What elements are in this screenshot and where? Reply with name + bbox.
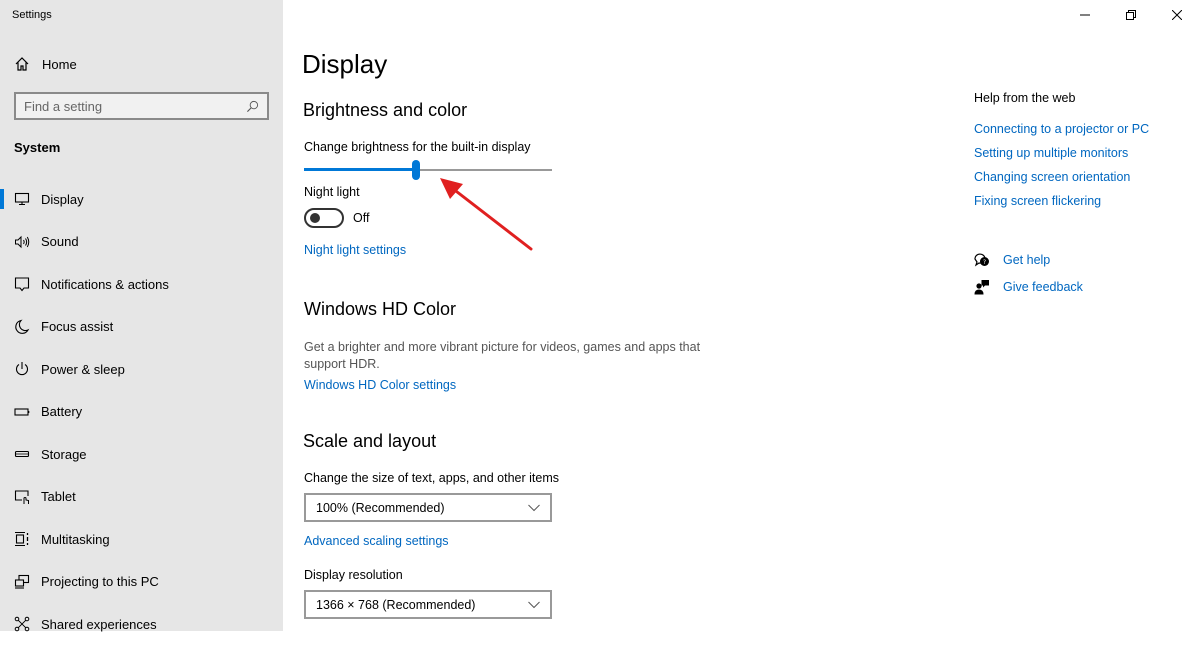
sidebar-item-multitasking[interactable]: Multitasking: [0, 518, 283, 561]
sidebar-item-tablet[interactable]: Tablet: [0, 476, 283, 519]
close-icon: [1172, 10, 1182, 20]
brightness-slider-label: Change brightness for the built-in displ…: [304, 140, 531, 154]
brightness-slider[interactable]: [304, 160, 552, 180]
section-label-system: System: [14, 140, 61, 155]
sidebar-item-label: Storage: [41, 446, 87, 462]
multitasking-icon: [14, 531, 30, 547]
resolution-dropdown[interactable]: 1366 × 768 (Recommended): [304, 590, 552, 619]
restore-icon: [1126, 10, 1136, 20]
chevron-down-icon: [528, 601, 540, 608]
minimize-icon: [1080, 14, 1090, 16]
help-link-screen-flickering[interactable]: Fixing screen flickering: [974, 194, 1101, 208]
storage-icon: [14, 446, 30, 462]
sidebar-item-label: Notifications & actions: [41, 276, 169, 292]
sidebar-item-label: Tablet: [41, 489, 76, 505]
sidebar-item-label: Sound: [41, 234, 79, 250]
give-feedback-button[interactable]: Give feedback: [974, 279, 1083, 295]
search-input[interactable]: [24, 98, 246, 114]
home-icon: [15, 57, 29, 71]
toggle-knob: [310, 213, 320, 223]
resolution-label: Display resolution: [304, 568, 403, 582]
close-button[interactable]: [1154, 0, 1200, 30]
sidebar-item-shared-experiences[interactable]: Shared experiences: [0, 603, 283, 646]
sidebar-item-label: Focus assist: [41, 319, 114, 335]
moon-icon: [14, 319, 30, 335]
sidebar-item-label: Power & sleep: [41, 361, 125, 377]
sidebar: Settings Home System Display Sound Notif…: [0, 0, 283, 632]
size-label: Change the size of text, apps, and other…: [304, 471, 560, 485]
sidebar-item-projecting[interactable]: Projecting to this PC: [0, 561, 283, 604]
slider-fill: [304, 168, 416, 171]
scale-dropdown-value: 100% (Recommended): [316, 500, 445, 515]
projecting-icon: [14, 574, 30, 590]
give-feedback-icon: [974, 280, 989, 295]
scale-dropdown[interactable]: 100% (Recommended): [304, 493, 552, 522]
sidebar-item-battery[interactable]: Battery: [0, 391, 283, 434]
sidebar-item-label: Multitasking: [41, 531, 110, 547]
sidebar-item-sound[interactable]: Sound: [0, 221, 283, 264]
sidebar-item-label: Projecting to this PC: [41, 574, 159, 590]
sidebar-nav: Display Sound Notifications & actions Fo…: [0, 178, 283, 646]
resolution-dropdown-value: 1366 × 768 (Recommended): [316, 597, 476, 612]
hdr-description: Get a brighter and more vibrant picture …: [304, 340, 701, 371]
sidebar-item-label: Shared experiences: [41, 616, 157, 632]
scale-heading: Scale and layout: [303, 431, 437, 451]
svg-text:?: ?: [983, 259, 986, 266]
get-help-label[interactable]: Get help: [1003, 253, 1050, 267]
give-feedback-label[interactable]: Give feedback: [1003, 280, 1083, 294]
hdr-heading: Windows HD Color: [304, 299, 457, 319]
battery-icon: [14, 404, 30, 420]
help-heading: Help from the web: [974, 91, 1076, 105]
sidebar-item-display[interactable]: Display: [0, 178, 283, 221]
help-link-screen-orientation[interactable]: Changing screen orientation: [974, 170, 1130, 184]
brightness-heading: Brightness and color: [303, 100, 468, 120]
help-link-projector[interactable]: Connecting to a projector or PC: [974, 122, 1149, 136]
help-link-multiple-monitors[interactable]: Setting up multiple monitors: [974, 146, 1128, 160]
chevron-down-icon: [528, 504, 540, 511]
night-light-toggle[interactable]: [304, 208, 344, 228]
tablet-icon: [14, 489, 30, 505]
app-title: Settings: [12, 9, 52, 21]
shared-experiences-icon: [14, 616, 30, 632]
night-light-state: Off: [353, 211, 370, 225]
window-controls: [1062, 0, 1200, 30]
get-help-button[interactable]: ? Get help: [974, 252, 1050, 268]
monitor-icon: [14, 191, 30, 207]
sidebar-item-label: Battery: [41, 404, 83, 420]
sidebar-item-label: Display: [41, 191, 84, 207]
power-icon: [14, 361, 30, 377]
slider-thumb[interactable]: [411, 160, 420, 180]
page-title: Display: [302, 49, 388, 79]
hdr-settings-link[interactable]: Windows HD Color settings: [304, 378, 456, 392]
restore-button[interactable]: [1108, 0, 1154, 30]
search-box[interactable]: [14, 92, 269, 120]
annotation-arrow-icon: [440, 178, 533, 251]
sidebar-item-notifications[interactable]: Notifications & actions: [0, 263, 283, 306]
get-help-icon: ?: [974, 253, 989, 267]
sidebar-item-power-sleep[interactable]: Power & sleep: [0, 348, 283, 391]
search-icon[interactable]: [246, 100, 259, 113]
notification-icon: [14, 276, 30, 292]
night-light-settings-link[interactable]: Night light settings: [304, 243, 406, 257]
minimize-button[interactable]: [1062, 0, 1108, 30]
home-label: Home: [42, 56, 77, 72]
sidebar-item-focus-assist[interactable]: Focus assist: [0, 306, 283, 349]
speaker-icon: [14, 234, 30, 250]
sidebar-item-storage[interactable]: Storage: [0, 433, 283, 476]
advanced-scaling-link[interactable]: Advanced scaling settings: [304, 534, 449, 548]
night-light-label: Night light: [304, 185, 360, 199]
home-button[interactable]: Home: [14, 56, 77, 72]
